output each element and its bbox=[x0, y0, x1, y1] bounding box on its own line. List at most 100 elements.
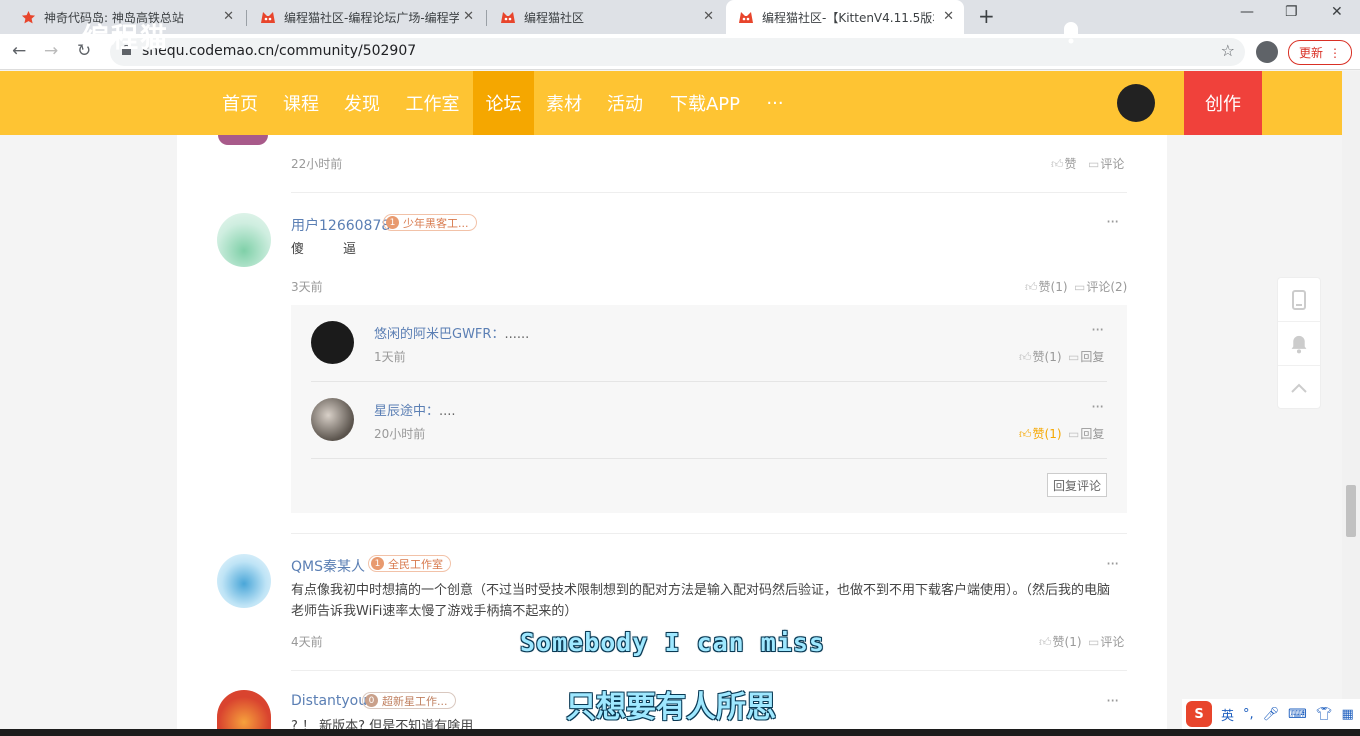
like-button[interactable]: 👍︎赞 bbox=[1051, 155, 1077, 172]
comment-button[interactable]: ▭评论 bbox=[1088, 155, 1124, 172]
like-button[interactable]: 👍︎赞(1) bbox=[1019, 348, 1062, 365]
user-avatar[interactable] bbox=[1117, 84, 1155, 122]
comment-text: 有点像我初中时想搞的一个创意（不过当时受技术限制想到的配对方法是输入配对码然后验… bbox=[291, 583, 1111, 619]
subtitle-line-2: 只想要有人所思 bbox=[566, 690, 776, 725]
browser-tab[interactable]: 编程猫社区-编程论坛广场-编程学习 ✕ bbox=[248, 0, 484, 34]
profile-icon[interactable] bbox=[1256, 41, 1278, 63]
reply-username[interactable]: 悠闲的阿米巴GWFR：...... bbox=[374, 323, 529, 342]
thumb-up-icon: 👍︎ bbox=[1019, 350, 1032, 364]
more-options-icon[interactable]: ··· bbox=[1091, 320, 1104, 339]
bookmark-star-icon[interactable]: ☆ bbox=[1221, 41, 1235, 60]
avatar bbox=[218, 135, 268, 145]
divider bbox=[311, 381, 1107, 382]
keyboard-icon[interactable]: ⌨ bbox=[1288, 707, 1307, 722]
more-options-icon[interactable]: ··· bbox=[1106, 554, 1119, 573]
ime-toolbar: S 英 °, 🎤︎ ⌨ 👕︎ ▦ bbox=[1182, 699, 1360, 729]
address-bar-row: ← → ↻ shequ.codemao.cn/community/502907 … bbox=[0, 34, 1360, 70]
like-button-liked[interactable]: 👍︎赞(1) bbox=[1019, 425, 1062, 442]
comment-button[interactable]: ▭评论 bbox=[1088, 633, 1124, 650]
like-button[interactable]: 👍︎赞(1) bbox=[1039, 633, 1082, 650]
comment-icon: ▭ bbox=[1068, 427, 1080, 441]
comment-icon: ▭ bbox=[1088, 157, 1100, 171]
comment-username[interactable]: Distantyou bbox=[291, 693, 367, 709]
browser-tab[interactable]: 编程猫社区 ✕ bbox=[488, 0, 724, 34]
thumb-up-icon: 👍︎ bbox=[1025, 280, 1038, 294]
toolbox-icon[interactable]: ▦ bbox=[1341, 707, 1353, 722]
browser-tab-active[interactable]: 编程猫社区-【KittenV4.11.5版本 ✕ bbox=[726, 0, 964, 34]
divider bbox=[291, 192, 1127, 193]
avatar[interactable] bbox=[311, 321, 354, 364]
user-badge: 1 全民工作室 bbox=[368, 555, 451, 572]
user-badge: 0 超新星工作... bbox=[362, 692, 456, 709]
ime-punctuation[interactable]: °, bbox=[1243, 707, 1254, 722]
forward-icon[interactable]: → bbox=[44, 41, 58, 61]
bell-icon[interactable] bbox=[1060, 20, 1082, 44]
divider bbox=[291, 670, 1127, 671]
url-text: shequ.codemao.cn/community/502907 bbox=[142, 43, 417, 59]
update-button[interactable]: 更新 ⋮ bbox=[1288, 40, 1352, 65]
sogou-logo-icon[interactable]: S bbox=[1186, 701, 1212, 727]
comment-icon: ▭ bbox=[1068, 350, 1080, 364]
tab-title: 编程猫社区-编程论坛广场-编程学习 bbox=[284, 10, 459, 25]
nav-courses[interactable]: 课程 bbox=[273, 71, 329, 135]
comment-icon: ▭ bbox=[1088, 635, 1100, 649]
tab-title: 编程猫社区-【KittenV4.11.5版本 bbox=[762, 10, 934, 25]
page-scrollbar[interactable] bbox=[1342, 71, 1360, 736]
more-options-icon[interactable]: ··· bbox=[1091, 397, 1104, 416]
microphone-icon[interactable]: 🎤︎ bbox=[1263, 707, 1280, 722]
comment-time: 22小时前 bbox=[291, 157, 343, 171]
nav-download-app[interactable]: 下载APP bbox=[660, 71, 750, 135]
reply-comment-button[interactable]: 回复评论 bbox=[1047, 473, 1107, 497]
subtitle-line-1: Somebody I can miss bbox=[520, 628, 825, 657]
divider bbox=[311, 458, 1107, 459]
codemao-icon bbox=[738, 9, 754, 25]
reply-username[interactable]: 星辰途中：.... bbox=[374, 400, 456, 419]
taskbar bbox=[0, 729, 1360, 736]
comment-username[interactable]: 用户12660878 bbox=[291, 215, 390, 235]
comment-username[interactable]: QMS秦某人 bbox=[291, 556, 365, 576]
nav-activities[interactable]: 活动 bbox=[597, 71, 653, 135]
codemao-icon bbox=[260, 9, 276, 25]
skin-icon[interactable]: 👕︎ bbox=[1316, 707, 1333, 722]
nav-discover[interactable]: 发现 bbox=[334, 71, 390, 135]
comment-icon: ▭ bbox=[1074, 280, 1086, 294]
nav-studio[interactable]: 工作室 bbox=[395, 71, 470, 135]
reply-button[interactable]: ▭回复 bbox=[1068, 425, 1104, 442]
avatar[interactable] bbox=[217, 554, 271, 608]
ime-language[interactable]: 英 bbox=[1221, 705, 1234, 724]
tab-close-icon[interactable]: ✕ bbox=[463, 9, 474, 24]
comment-time: 4天前 bbox=[291, 635, 323, 649]
tab-close-icon[interactable]: ✕ bbox=[943, 9, 954, 24]
scrollbar-thumb[interactable] bbox=[1346, 485, 1356, 537]
user-badge: 1 少年黑客工... bbox=[383, 214, 477, 231]
avatar[interactable] bbox=[217, 213, 271, 267]
new-tab-button[interactable]: + bbox=[978, 4, 995, 28]
nav-forum[interactable]: 论坛 bbox=[473, 71, 534, 135]
tab-close-icon[interactable]: ✕ bbox=[223, 9, 234, 24]
star-logo-icon bbox=[20, 9, 36, 25]
avatar[interactable] bbox=[311, 398, 354, 441]
nav-more[interactable]: ··· bbox=[758, 71, 792, 135]
site-logo[interactable]: 编程猫 bbox=[82, 16, 169, 55]
back-icon[interactable]: ← bbox=[12, 41, 26, 61]
close-window-icon[interactable]: ✕ bbox=[1331, 4, 1343, 20]
update-label: 更新 bbox=[1299, 46, 1324, 60]
reply-button[interactable]: ▭回复 bbox=[1068, 348, 1104, 365]
divider bbox=[291, 533, 1127, 534]
like-button[interactable]: 👍︎赞(1) bbox=[1025, 278, 1068, 295]
more-options-icon[interactable]: ··· bbox=[1106, 691, 1119, 710]
more-options-icon[interactable]: ··· bbox=[1106, 212, 1119, 231]
back-to-top-icon[interactable] bbox=[1278, 366, 1320, 410]
comment-time: 3天前 bbox=[291, 280, 323, 294]
restore-icon[interactable]: ❐ bbox=[1285, 4, 1298, 20]
thumb-up-icon: 👍︎ bbox=[1051, 157, 1064, 171]
bell-icon[interactable] bbox=[1278, 322, 1320, 366]
minimize-icon[interactable]: — bbox=[1240, 4, 1254, 20]
phone-icon[interactable] bbox=[1278, 278, 1320, 322]
create-button[interactable]: 创作 bbox=[1184, 71, 1262, 135]
tab-title: 编程猫社区 bbox=[524, 10, 585, 25]
nav-materials[interactable]: 素材 bbox=[536, 71, 592, 135]
comment-button[interactable]: ▭评论(2) bbox=[1074, 278, 1127, 295]
nav-home[interactable]: 首页 bbox=[212, 71, 268, 135]
tab-close-icon[interactable]: ✕ bbox=[703, 9, 714, 24]
